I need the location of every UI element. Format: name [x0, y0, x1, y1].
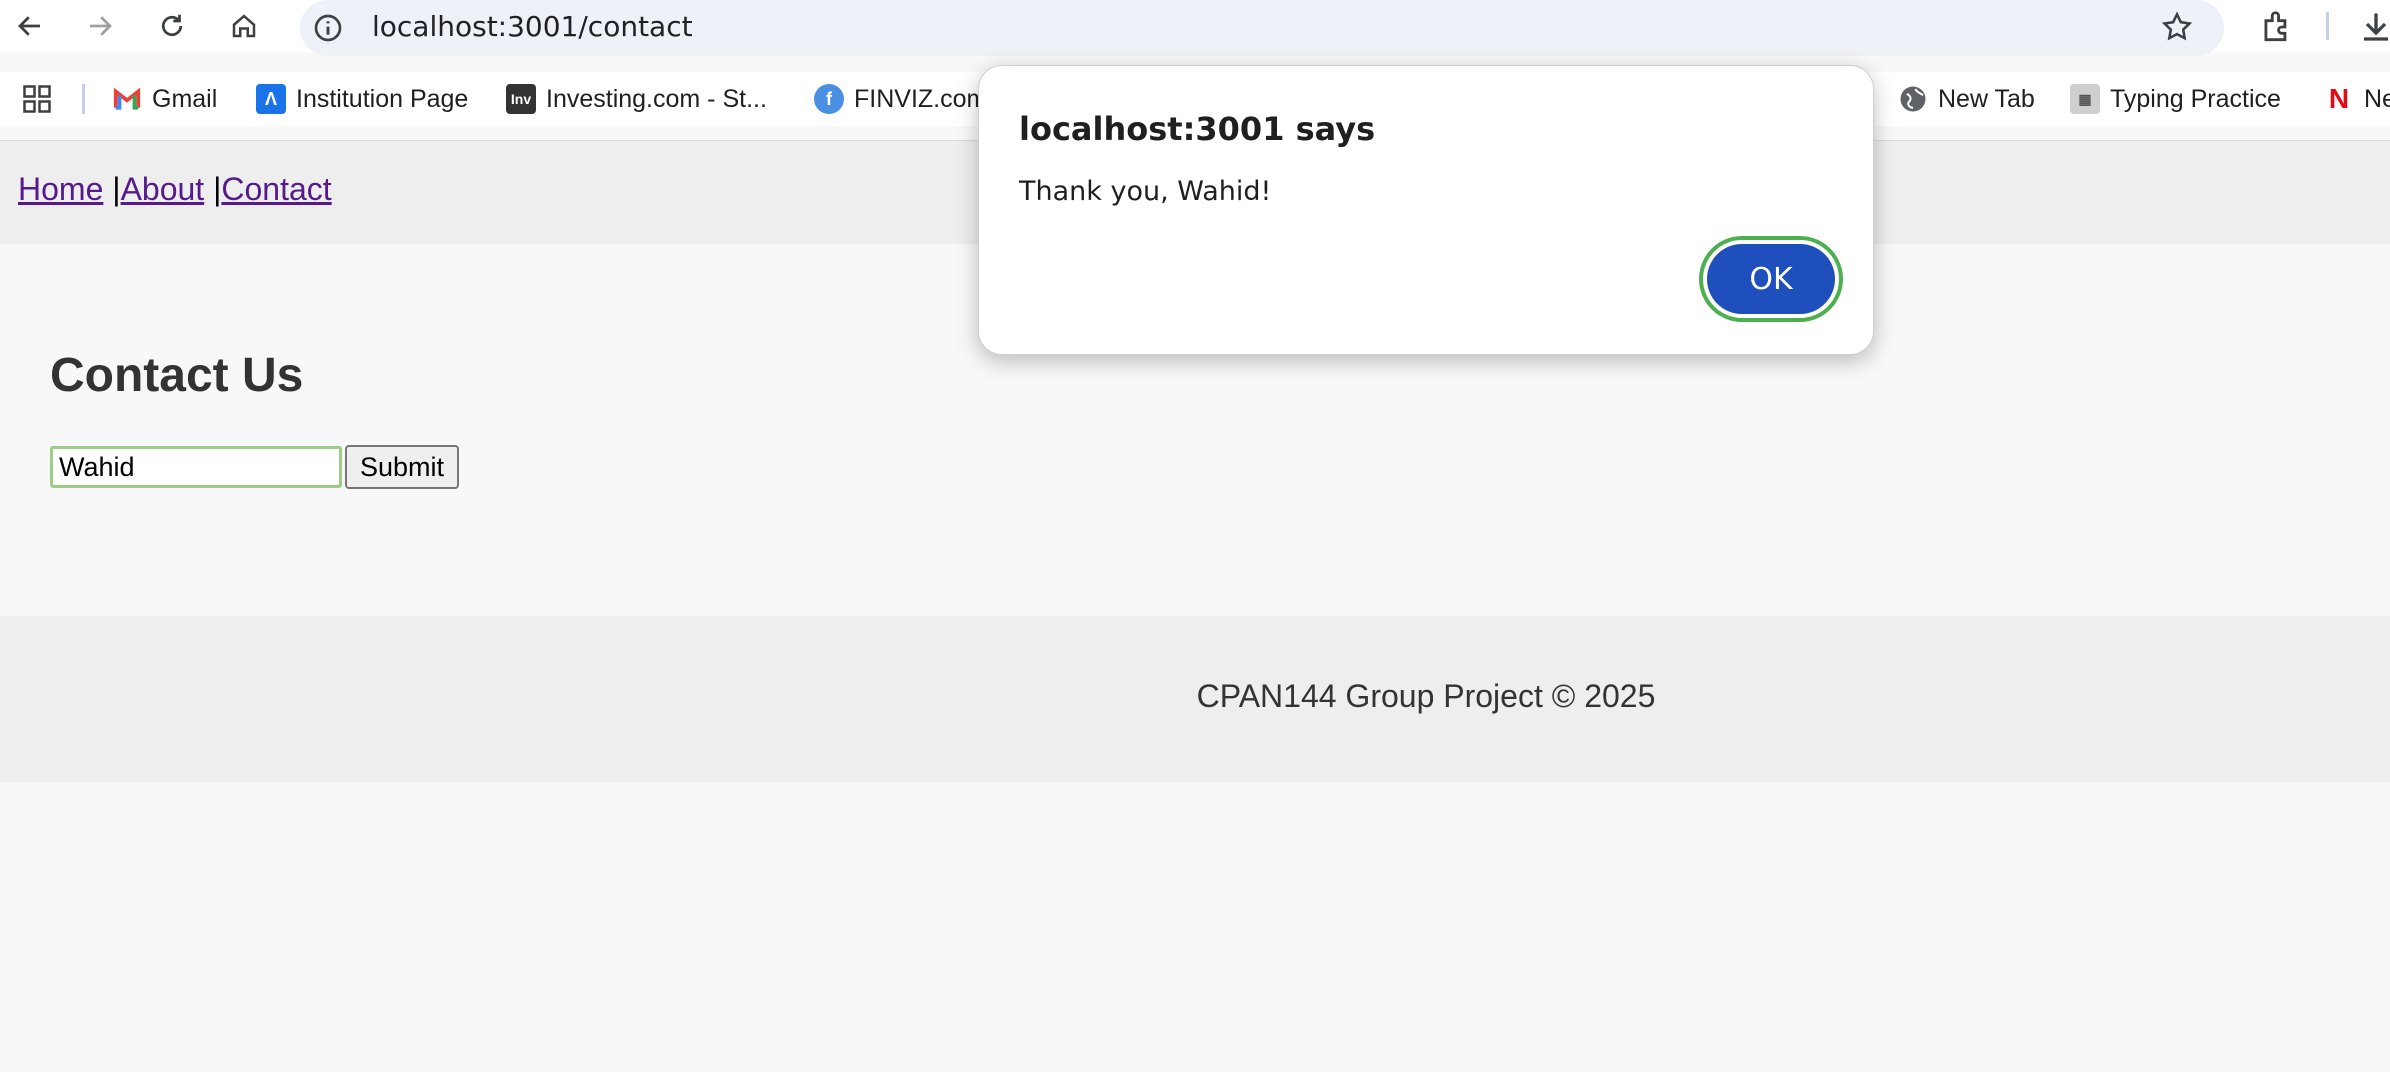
bookmark-label: New Tab	[1938, 84, 2035, 113]
apps-grid-icon[interactable]	[22, 84, 52, 114]
typing-icon: ▦	[2070, 84, 2100, 114]
bookmark-label: FINVIZ.com	[854, 84, 988, 113]
alert-dialog: localhost:3001 says Thank you, Wahid! OK	[978, 65, 1874, 355]
reload-icon	[161, 14, 183, 37]
bookmarks-divider	[82, 84, 85, 114]
bookmark-finviz[interactable]: f FINVIZ.com	[814, 80, 987, 118]
extensions-icon[interactable]	[2258, 8, 2296, 46]
home-icon	[232, 14, 256, 38]
ok-focus-ring: OK	[1699, 236, 1843, 322]
browser-toolbar: localhost:3001/contact	[0, 0, 2390, 56]
bookmark-new-tab[interactable]: New Tab	[1898, 80, 2035, 118]
institution-icon: Λ	[256, 84, 286, 114]
bookmark-typing-practice[interactable]: ▦ Typing Practice	[2070, 80, 2281, 118]
back-arrow-icon	[18, 16, 40, 36]
bookmark-investing[interactable]: Inv Investing.com - St...	[506, 80, 767, 118]
nav-link-home[interactable]: Home	[18, 171, 103, 207]
reload-button[interactable]	[150, 4, 194, 48]
back-button[interactable]	[8, 4, 52, 48]
ok-button[interactable]: OK	[1707, 244, 1835, 314]
nav-links: Home |About |Contact	[18, 171, 332, 208]
toolbar-divider	[2326, 12, 2329, 40]
nav-link-contact[interactable]: Contact	[221, 171, 331, 207]
name-input[interactable]	[50, 446, 342, 488]
investing-icon: Inv	[506, 84, 536, 114]
globe-icon	[1900, 86, 1926, 112]
forward-button[interactable]	[78, 4, 122, 48]
bookmark-gmail[interactable]: Gmail	[112, 80, 217, 118]
bookmark-label: Investing.com - St...	[546, 84, 767, 113]
submit-button[interactable]: Submit	[345, 445, 459, 489]
dialog-title: localhost:3001 says	[1019, 110, 1376, 148]
page-title: Contact Us	[50, 349, 304, 402]
address-bar[interactable]: localhost:3001/contact	[300, 0, 2224, 56]
bookmark-label: Gmail	[152, 84, 218, 113]
url-text[interactable]: localhost:3001/contact	[372, 10, 693, 43]
footer-text: CPAN144 Group Project © 2025	[1196, 678, 1656, 714]
bookmark-star-icon[interactable]	[2160, 10, 2194, 44]
forward-arrow-icon	[90, 16, 112, 36]
nav-separator: |	[112, 171, 121, 207]
home-button[interactable]	[222, 4, 266, 48]
bookmark-netflix[interactable]: N Ne	[2324, 80, 2390, 118]
site-info-icon[interactable]	[312, 12, 344, 44]
netflix-icon: N	[2328, 83, 2350, 114]
dialog-message: Thank you, Wahid!	[1019, 176, 1272, 207]
gmail-icon	[113, 87, 141, 110]
download-icon[interactable]	[2358, 8, 2390, 46]
bookmark-institution-page[interactable]: Λ Institution Page	[256, 80, 468, 118]
nav-link-about[interactable]: About	[121, 171, 205, 207]
finviz-icon: f	[814, 84, 844, 114]
site-footer: CPAN144 Group Project © 2025	[0, 616, 2390, 782]
bookmark-label: Institution Page	[296, 84, 469, 113]
bookmark-label: Typing Practice	[2110, 84, 2281, 113]
bookmark-label: Ne	[2364, 84, 2390, 113]
